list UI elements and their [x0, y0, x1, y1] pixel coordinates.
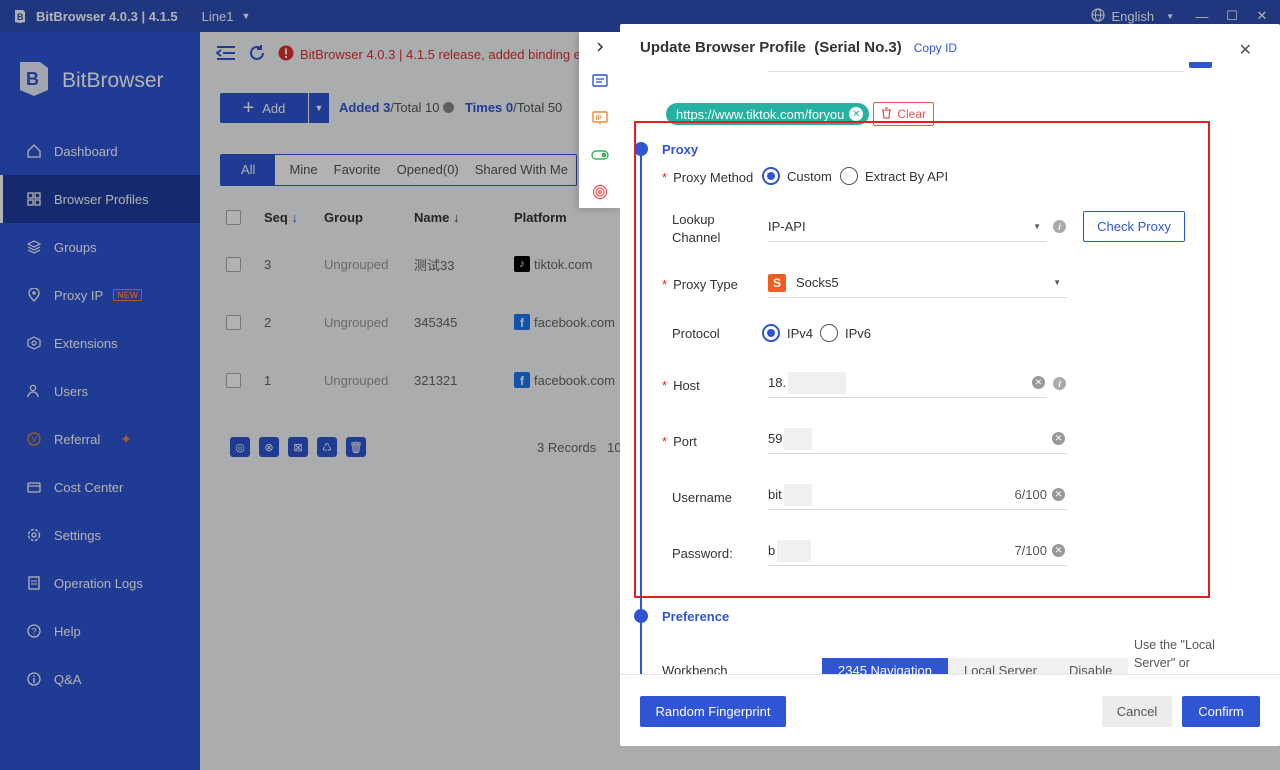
remove-tag-icon[interactable]: ✕	[849, 107, 864, 121]
password-input[interactable]: b 7/100 ✕	[768, 536, 1067, 566]
workbench-segmented: 2345 Navigation Local Server Disable	[822, 658, 1129, 674]
browser-settings-icon[interactable]	[579, 62, 620, 99]
workbench-option-navigation[interactable]: 2345 Navigation	[822, 658, 948, 674]
ipv4-radio[interactable]: IPv4	[762, 324, 813, 342]
workbench-option-disable[interactable]: Disable	[1052, 658, 1129, 674]
info-icon[interactable]: i	[1053, 377, 1066, 390]
profile-side-toolbar: IP	[579, 32, 620, 208]
lookup-channel-label: Lookup Channel	[672, 212, 721, 245]
workbench-hint: Use the "Local Server" or	[1134, 638, 1215, 670]
clear-input-icon[interactable]: ✕	[1032, 376, 1045, 389]
proxy-section-title: Proxy	[662, 142, 699, 157]
ip-proxy-icon[interactable]: IP	[579, 99, 620, 136]
copy-id-link[interactable]: Copy ID	[914, 41, 957, 55]
clear-input-icon[interactable]: ✕	[1052, 432, 1065, 445]
port-input[interactable]: 59 ✕	[768, 424, 1067, 454]
info-icon[interactable]: i	[1053, 220, 1066, 233]
proxy-type-label: * Proxy Type	[662, 277, 738, 292]
cancel-button[interactable]: Cancel	[1102, 696, 1172, 727]
previous-field-input[interactable]	[768, 62, 1184, 72]
username-input[interactable]: bit 6/100 ✕	[768, 480, 1067, 510]
host-input[interactable]: 18. ✕	[768, 368, 1047, 398]
preference-section-dot	[634, 609, 648, 623]
method-custom-radio[interactable]: Custom	[762, 167, 832, 185]
chevron-right-icon[interactable]	[579, 32, 620, 62]
random-fingerprint-button[interactable]: Random Fingerprint	[640, 696, 786, 727]
clear-input-icon[interactable]: ✕	[1052, 544, 1065, 557]
check-proxy-button[interactable]: Check Proxy	[1083, 211, 1185, 242]
trash-icon	[881, 106, 892, 122]
fingerprint-icon[interactable]	[579, 173, 620, 210]
workbench-option-local-server[interactable]: Local Server	[947, 658, 1053, 674]
modal-header: Update Browser Profile (Serial No.3) Cop…	[640, 39, 957, 56]
confirm-button[interactable]: Confirm	[1182, 696, 1260, 727]
protocol-label: Protocol	[672, 326, 720, 341]
highlight-box	[634, 121, 1210, 598]
workbench-label: Workbench	[662, 663, 728, 674]
close-icon[interactable]: ✕	[1239, 40, 1252, 60]
ipv6-radio[interactable]: IPv6	[820, 324, 871, 342]
svg-text:IP: IP	[595, 115, 602, 122]
method-api-radio[interactable]: Extract By API	[840, 167, 948, 185]
host-label: * Host	[662, 378, 700, 393]
modal-footer: Random Fingerprint Cancel Confirm	[620, 674, 1280, 746]
previous-field-button[interactable]	[1189, 62, 1212, 68]
preference-section-title: Preference	[662, 609, 730, 624]
username-label: Username	[672, 490, 732, 505]
clear-input-icon[interactable]: ✕	[1052, 488, 1065, 501]
proxy-type-select[interactable]: S Socks5 ▼	[768, 268, 1067, 298]
socks-icon: S	[768, 273, 786, 292]
update-profile-modal: Update Browser Profile (Serial No.3) Cop…	[620, 24, 1280, 746]
modal-body: https://www.tiktok.com/foryou ✕ Clear Pro…	[620, 62, 1280, 674]
password-label: Password:	[672, 546, 733, 561]
toggle-icon[interactable]	[579, 136, 620, 173]
port-label: * Port	[662, 434, 697, 449]
lookup-channel-select[interactable]: IP-API ▼	[768, 212, 1047, 242]
proxy-method-label: * Proxy Method	[662, 170, 754, 185]
modal-title: Update Browser Profile (Serial No.3)	[640, 39, 902, 56]
